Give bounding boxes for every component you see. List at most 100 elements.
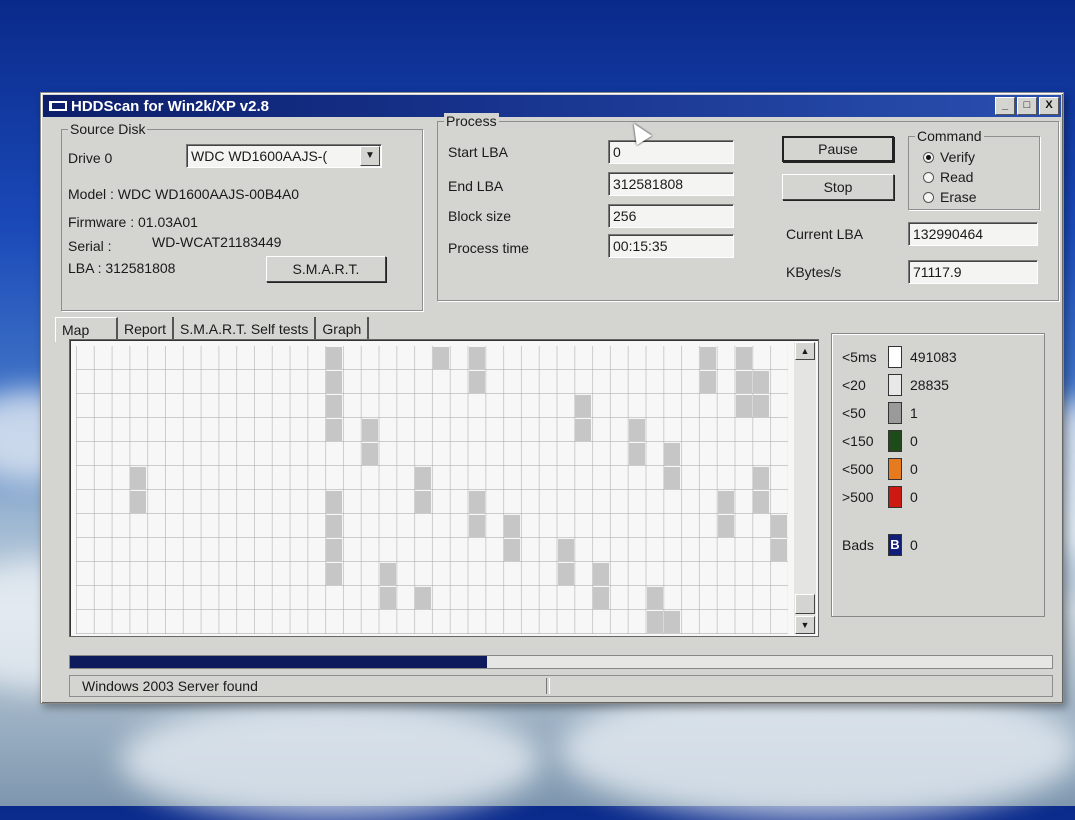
status-divider	[546, 678, 550, 694]
map-block	[468, 515, 485, 537]
legend-row: <500 0	[842, 458, 918, 480]
model-text: Model : WDC WD1600AAJS-00B4A0	[68, 186, 300, 202]
start-lba-input[interactable]: 0	[608, 140, 734, 164]
stop-button[interactable]: Stop	[782, 174, 894, 200]
map-block	[326, 419, 343, 441]
legend-swatch	[888, 346, 902, 368]
radio-read[interactable]: Read	[923, 169, 973, 185]
map-block	[415, 491, 432, 513]
scroll-thumb[interactable]	[795, 594, 815, 614]
legend-swatch	[888, 402, 902, 424]
legend-count: 1	[910, 405, 918, 421]
bads-row: Bads B 0	[842, 534, 918, 556]
minimize-button[interactable]: _	[995, 97, 1015, 115]
legend-row: <50 1	[842, 402, 918, 424]
map-block	[735, 347, 752, 369]
map-block	[415, 587, 432, 609]
map-block	[753, 491, 770, 513]
map-block	[575, 395, 592, 417]
map-block	[379, 587, 396, 609]
process-group: Process Start LBA 0 End LBA 312581808 Bl…	[437, 113, 1059, 301]
legend-row: >500 0	[842, 486, 918, 508]
radio-read-label: Read	[940, 169, 974, 185]
map-block	[735, 395, 752, 417]
drive-select[interactable]: WDC WD1600AAJS-( ▼	[186, 144, 382, 168]
firmware-text: Firmware : 01.03A01	[68, 214, 198, 230]
scroll-down-icon[interactable]: ▼	[795, 616, 815, 634]
map-block	[326, 347, 343, 369]
end-lba-label: End LBA	[448, 178, 504, 194]
radio-read-dot[interactable]	[923, 171, 934, 183]
block-grid	[76, 346, 788, 634]
map-block	[771, 539, 788, 561]
current-lba-field: 132990464	[908, 222, 1038, 246]
map-block	[664, 443, 681, 465]
close-button[interactable]: X	[1039, 97, 1059, 115]
radio-erase[interactable]: Erase	[923, 189, 977, 205]
legend-row: <150 0	[842, 430, 918, 452]
map-block	[557, 539, 574, 561]
title-bar[interactable]: HDDScan for Win2k/XP v2.8 _ □ X	[43, 95, 1061, 117]
radio-erase-label: Erase	[940, 189, 977, 205]
legend-key: >500	[842, 489, 874, 505]
map-block	[130, 491, 147, 513]
legend-count: 0	[910, 433, 918, 449]
process-time-label: Process time	[448, 240, 529, 256]
legend-count: 28835	[910, 377, 949, 393]
map-block	[415, 467, 432, 489]
scroll-up-icon[interactable]: ▲	[795, 342, 815, 360]
legend-count: 0	[910, 461, 918, 477]
bads-glyph: B	[890, 537, 900, 552]
map-block	[326, 491, 343, 513]
map-block	[753, 467, 770, 489]
status-text: Windows 2003 Server found	[82, 678, 258, 694]
legend-row: <5ms 491083	[842, 346, 957, 368]
map-block	[771, 515, 788, 537]
tab-report[interactable]: Report	[118, 317, 175, 341]
map-block	[717, 515, 734, 537]
command-label: Command	[915, 128, 984, 144]
map-block	[575, 419, 592, 441]
pause-button[interactable]: Pause	[782, 136, 894, 162]
map-block	[700, 371, 716, 393]
lba-text: LBA : 312581808	[68, 260, 176, 276]
map-block	[468, 491, 485, 513]
radio-verify-label: Verify	[940, 149, 976, 165]
map-block	[361, 419, 378, 441]
maximize-button[interactable]: □	[1017, 97, 1037, 115]
chevron-down-icon[interactable]: ▼	[360, 146, 380, 166]
radio-verify-dot[interactable]	[923, 151, 934, 163]
legend-key: <5ms	[842, 349, 877, 365]
map-block	[326, 395, 343, 417]
process-label: Process	[444, 113, 499, 129]
block-size-label: Block size	[448, 208, 512, 224]
drive-select-value: WDC WD1600AAJS-(	[191, 148, 328, 164]
radio-erase-dot[interactable]	[923, 191, 934, 203]
kbytes-label: KBytes/s	[786, 264, 842, 280]
hddscan-window: HDDScan for Win2k/XP v2.8 _ □ X Source D…	[40, 92, 1064, 704]
end-lba-input[interactable]: 312581808	[608, 172, 734, 196]
system-menu-icon[interactable]	[49, 101, 67, 111]
process-time-field: 00:15:35	[608, 234, 734, 258]
map-block	[753, 395, 770, 417]
smart-button[interactable]: S.M.A.R.T.	[266, 256, 386, 282]
map-block	[433, 347, 449, 369]
legend-panel: <5ms 491083 <20 28835 <50 1 <150 0 <500 …	[831, 333, 1045, 617]
map-block	[700, 347, 716, 369]
block-size-input[interactable]: 256	[608, 204, 734, 228]
legend-key: <500	[842, 461, 874, 477]
map-block	[717, 491, 734, 513]
legend-count: 0	[910, 489, 918, 505]
map-block	[628, 419, 645, 441]
tab-smart-self-tests[interactable]: S.M.A.R.T. Self tests	[174, 317, 317, 341]
map-block	[557, 563, 574, 585]
map-block	[130, 467, 147, 489]
surface-map: ▲ ▼	[69, 339, 819, 637]
map-block	[468, 347, 485, 369]
map-scrollbar[interactable]: ▲ ▼	[794, 342, 816, 634]
legend-key: <50	[842, 405, 866, 421]
serial-value: WD-WCAT21183449	[152, 234, 282, 250]
radio-verify[interactable]: Verify	[923, 149, 975, 165]
map-block	[326, 371, 343, 393]
tab-graph[interactable]: Graph	[316, 317, 370, 341]
